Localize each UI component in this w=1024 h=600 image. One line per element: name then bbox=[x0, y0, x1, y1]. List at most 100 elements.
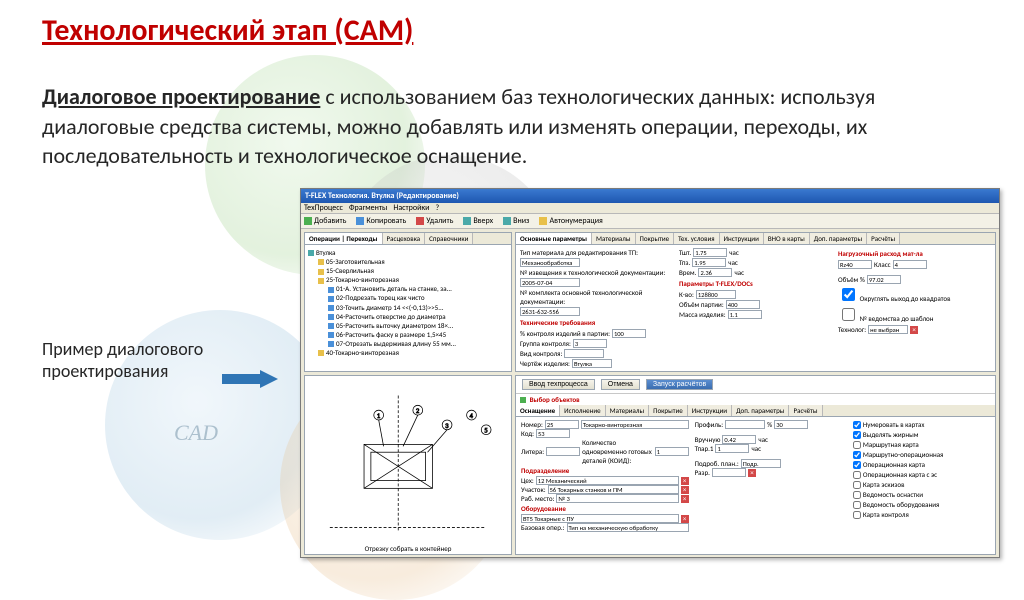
param-tab[interactable]: Тех. условия bbox=[674, 233, 719, 244]
param-tab[interactable]: Инструкции bbox=[720, 233, 764, 244]
tree-node[interactable]: 25-Токарно-винторезная bbox=[308, 275, 508, 284]
input-rabmesto[interactable]: № 3 bbox=[556, 494, 678, 503]
op-tab[interactable]: Материалы bbox=[606, 405, 650, 416]
chk-ved[interactable]: № ведомства до шаблон bbox=[838, 305, 991, 324]
tree-node[interactable]: 07-Отрезать выдерживая длину 55 мм... bbox=[308, 339, 508, 348]
check-item[interactable]: Операционная карта bbox=[853, 460, 990, 469]
input-drawing[interactable]: Втулка bbox=[572, 359, 612, 368]
input-prof[interactable] bbox=[725, 420, 765, 429]
input-koid[interactable]: 1 bbox=[655, 447, 689, 456]
tab-tree-ref[interactable]: Справочники bbox=[425, 233, 473, 244]
input-control-pct[interactable]: 100 bbox=[612, 329, 646, 338]
tree-node[interactable]: 02-Подрезать торец как чисто bbox=[308, 293, 508, 302]
input-razr[interactable] bbox=[712, 468, 746, 477]
input-kvo[interactable]: 128800 bbox=[696, 290, 736, 299]
param-tab[interactable]: Доп. параметры bbox=[810, 233, 867, 244]
tb-down[interactable]: Вниз bbox=[503, 216, 529, 226]
close-icon[interactable]: × bbox=[681, 486, 689, 494]
close-icon[interactable]: × bbox=[748, 469, 756, 477]
close-icon[interactable]: × bbox=[681, 477, 689, 485]
input-vruch[interactable]: 0.42 bbox=[722, 435, 756, 444]
app-window: T-FLEX Технология. Втулка (Редактировани… bbox=[300, 188, 1000, 558]
btn-run-calc[interactable]: Запуск расчётов bbox=[646, 379, 713, 390]
tb-autonum[interactable]: Автонумерация bbox=[539, 216, 602, 226]
input-technolog[interactable]: не выбран bbox=[868, 325, 908, 334]
btn-enter-tp[interactable]: Ввод техпроцесса bbox=[522, 379, 595, 390]
menu-item[interactable]: ТехПроцесс bbox=[304, 203, 343, 213]
check-item[interactable]: Маршрутно-операционная bbox=[853, 450, 990, 459]
input-op-desc[interactable]: Токарно-винторезная bbox=[581, 420, 689, 429]
ops-tree[interactable]: Втулка05-Заготовительная15-Сверлильная25… bbox=[305, 245, 511, 360]
input-tsht[interactable]: 1.75 bbox=[693, 248, 727, 257]
tb-copy[interactable]: Копировать bbox=[356, 216, 406, 226]
input-obj-pct[interactable]: 97.02 bbox=[867, 275, 901, 284]
tab-tree-ops[interactable]: Операции | Переходы bbox=[305, 233, 383, 244]
input-klass[interactable]: 4 bbox=[893, 260, 927, 269]
tree-node[interactable]: Втулка bbox=[308, 248, 508, 257]
input-group[interactable]: 3 bbox=[573, 339, 607, 348]
check-item[interactable]: Карта эскизов bbox=[853, 480, 990, 489]
check-item[interactable]: Ведомость оснастки bbox=[853, 490, 990, 499]
input-oborud[interactable]: ВТ5 Токарные с ПУ bbox=[521, 514, 679, 523]
input-bazop[interactable]: Тип на механическую обработку bbox=[567, 523, 689, 532]
param-tab[interactable]: Покрытие bbox=[636, 233, 675, 244]
input-tpz[interactable]: 1.95 bbox=[692, 258, 726, 267]
close-icon[interactable]: × bbox=[681, 515, 689, 523]
param-tab[interactable]: Материалы bbox=[592, 233, 636, 244]
menu-item[interactable]: ? bbox=[435, 203, 439, 213]
hash-icon bbox=[539, 217, 547, 225]
param-tab[interactable]: ВНО в карты bbox=[764, 233, 810, 244]
tree-node[interactable]: 03-Точить диаметр 14 <<(-0,13)>>5... bbox=[308, 303, 508, 312]
check-item[interactable]: Маршрутная карта bbox=[853, 440, 990, 449]
check-item[interactable]: Ведомость оборудования bbox=[853, 500, 990, 509]
op-tab[interactable]: Доп. параметры bbox=[732, 405, 789, 416]
input-komp[interactable]: 2631-632-556 bbox=[520, 307, 580, 316]
tree-node[interactable]: 06-Расточить фаску в размере 1,5×45 bbox=[308, 330, 508, 339]
tb-delete[interactable]: Удалить bbox=[416, 216, 453, 226]
param-tab[interactable]: Основные параметры bbox=[516, 233, 592, 244]
close-icon[interactable]: × bbox=[681, 495, 689, 503]
input-batch[interactable]: 400 bbox=[726, 300, 760, 309]
input-mass[interactable]: 1.1 bbox=[728, 310, 762, 319]
op-tab[interactable]: Расчёты bbox=[789, 405, 822, 416]
input-tp-type[interactable]: Механообработка bbox=[520, 258, 580, 267]
plus-icon bbox=[304, 217, 312, 225]
input-op-kod[interactable]: 53 bbox=[536, 429, 570, 438]
close-icon[interactable]: × bbox=[910, 326, 918, 334]
tree-node[interactable]: 40-Токарно-винторезная bbox=[308, 348, 508, 357]
input-vid[interactable] bbox=[564, 349, 604, 358]
input-podrob[interactable]: Подр. bbox=[741, 459, 781, 468]
tree-node[interactable]: 05-Расточить выточку диаметром 18×... bbox=[308, 321, 508, 330]
chk-round[interactable]: Округлять выход до квадратов bbox=[838, 285, 991, 304]
tree-node[interactable]: 01-А. Установить деталь на станке, за... bbox=[308, 284, 508, 293]
input-uchastok[interactable]: 56 Токарных станков и ПМ bbox=[548, 485, 679, 494]
btn-cancel[interactable]: Отмена bbox=[601, 379, 640, 390]
input-tstart[interactable]: 1 bbox=[715, 444, 749, 453]
op-tab[interactable]: Исполнение bbox=[560, 405, 605, 416]
check-item[interactable]: Выделять жирным bbox=[853, 430, 990, 439]
op-tab[interactable]: Покрытие bbox=[649, 405, 688, 416]
tab-tree-rasx[interactable]: Расцеховка bbox=[383, 233, 426, 244]
input-profpct[interactable]: 30 bbox=[774, 420, 808, 429]
tree-node[interactable]: 15-Сверлильная bbox=[308, 266, 508, 275]
param-tab[interactable]: Расчёты bbox=[867, 233, 900, 244]
input-tseh[interactable]: 12 Механический bbox=[536, 476, 679, 485]
check-item[interactable]: Нумеровать в картах bbox=[853, 420, 990, 429]
op-tab[interactable]: Оснащение bbox=[516, 405, 560, 416]
input-rz[interactable]: Rz40 bbox=[838, 260, 872, 269]
menu-item[interactable]: Фрагменты bbox=[349, 203, 387, 213]
input-litera[interactable] bbox=[546, 447, 580, 456]
tb-up[interactable]: Вверх bbox=[463, 216, 493, 226]
op-tab[interactable]: Инструкции bbox=[688, 405, 732, 416]
input-izv[interactable]: 2005-07-04 bbox=[520, 278, 580, 287]
tree-node[interactable]: 04-Расточить отверстие до диаметра bbox=[308, 312, 508, 321]
tree-node[interactable]: 05-Заготовительная bbox=[308, 257, 508, 266]
slide-body: Диалоговое проектирование с использовани… bbox=[42, 82, 982, 171]
check-item[interactable]: Карта контроля bbox=[853, 510, 990, 519]
drawing-caption: Отрезку собрать в контейнер bbox=[305, 544, 511, 553]
menu-item[interactable]: Настройки bbox=[393, 203, 429, 213]
tb-add[interactable]: Добавить bbox=[304, 216, 346, 226]
input-vrem[interactable]: 2.36 bbox=[698, 268, 732, 277]
input-op-num[interactable]: 25 bbox=[545, 420, 579, 429]
check-item[interactable]: Операционная карта с эс bbox=[853, 470, 990, 479]
